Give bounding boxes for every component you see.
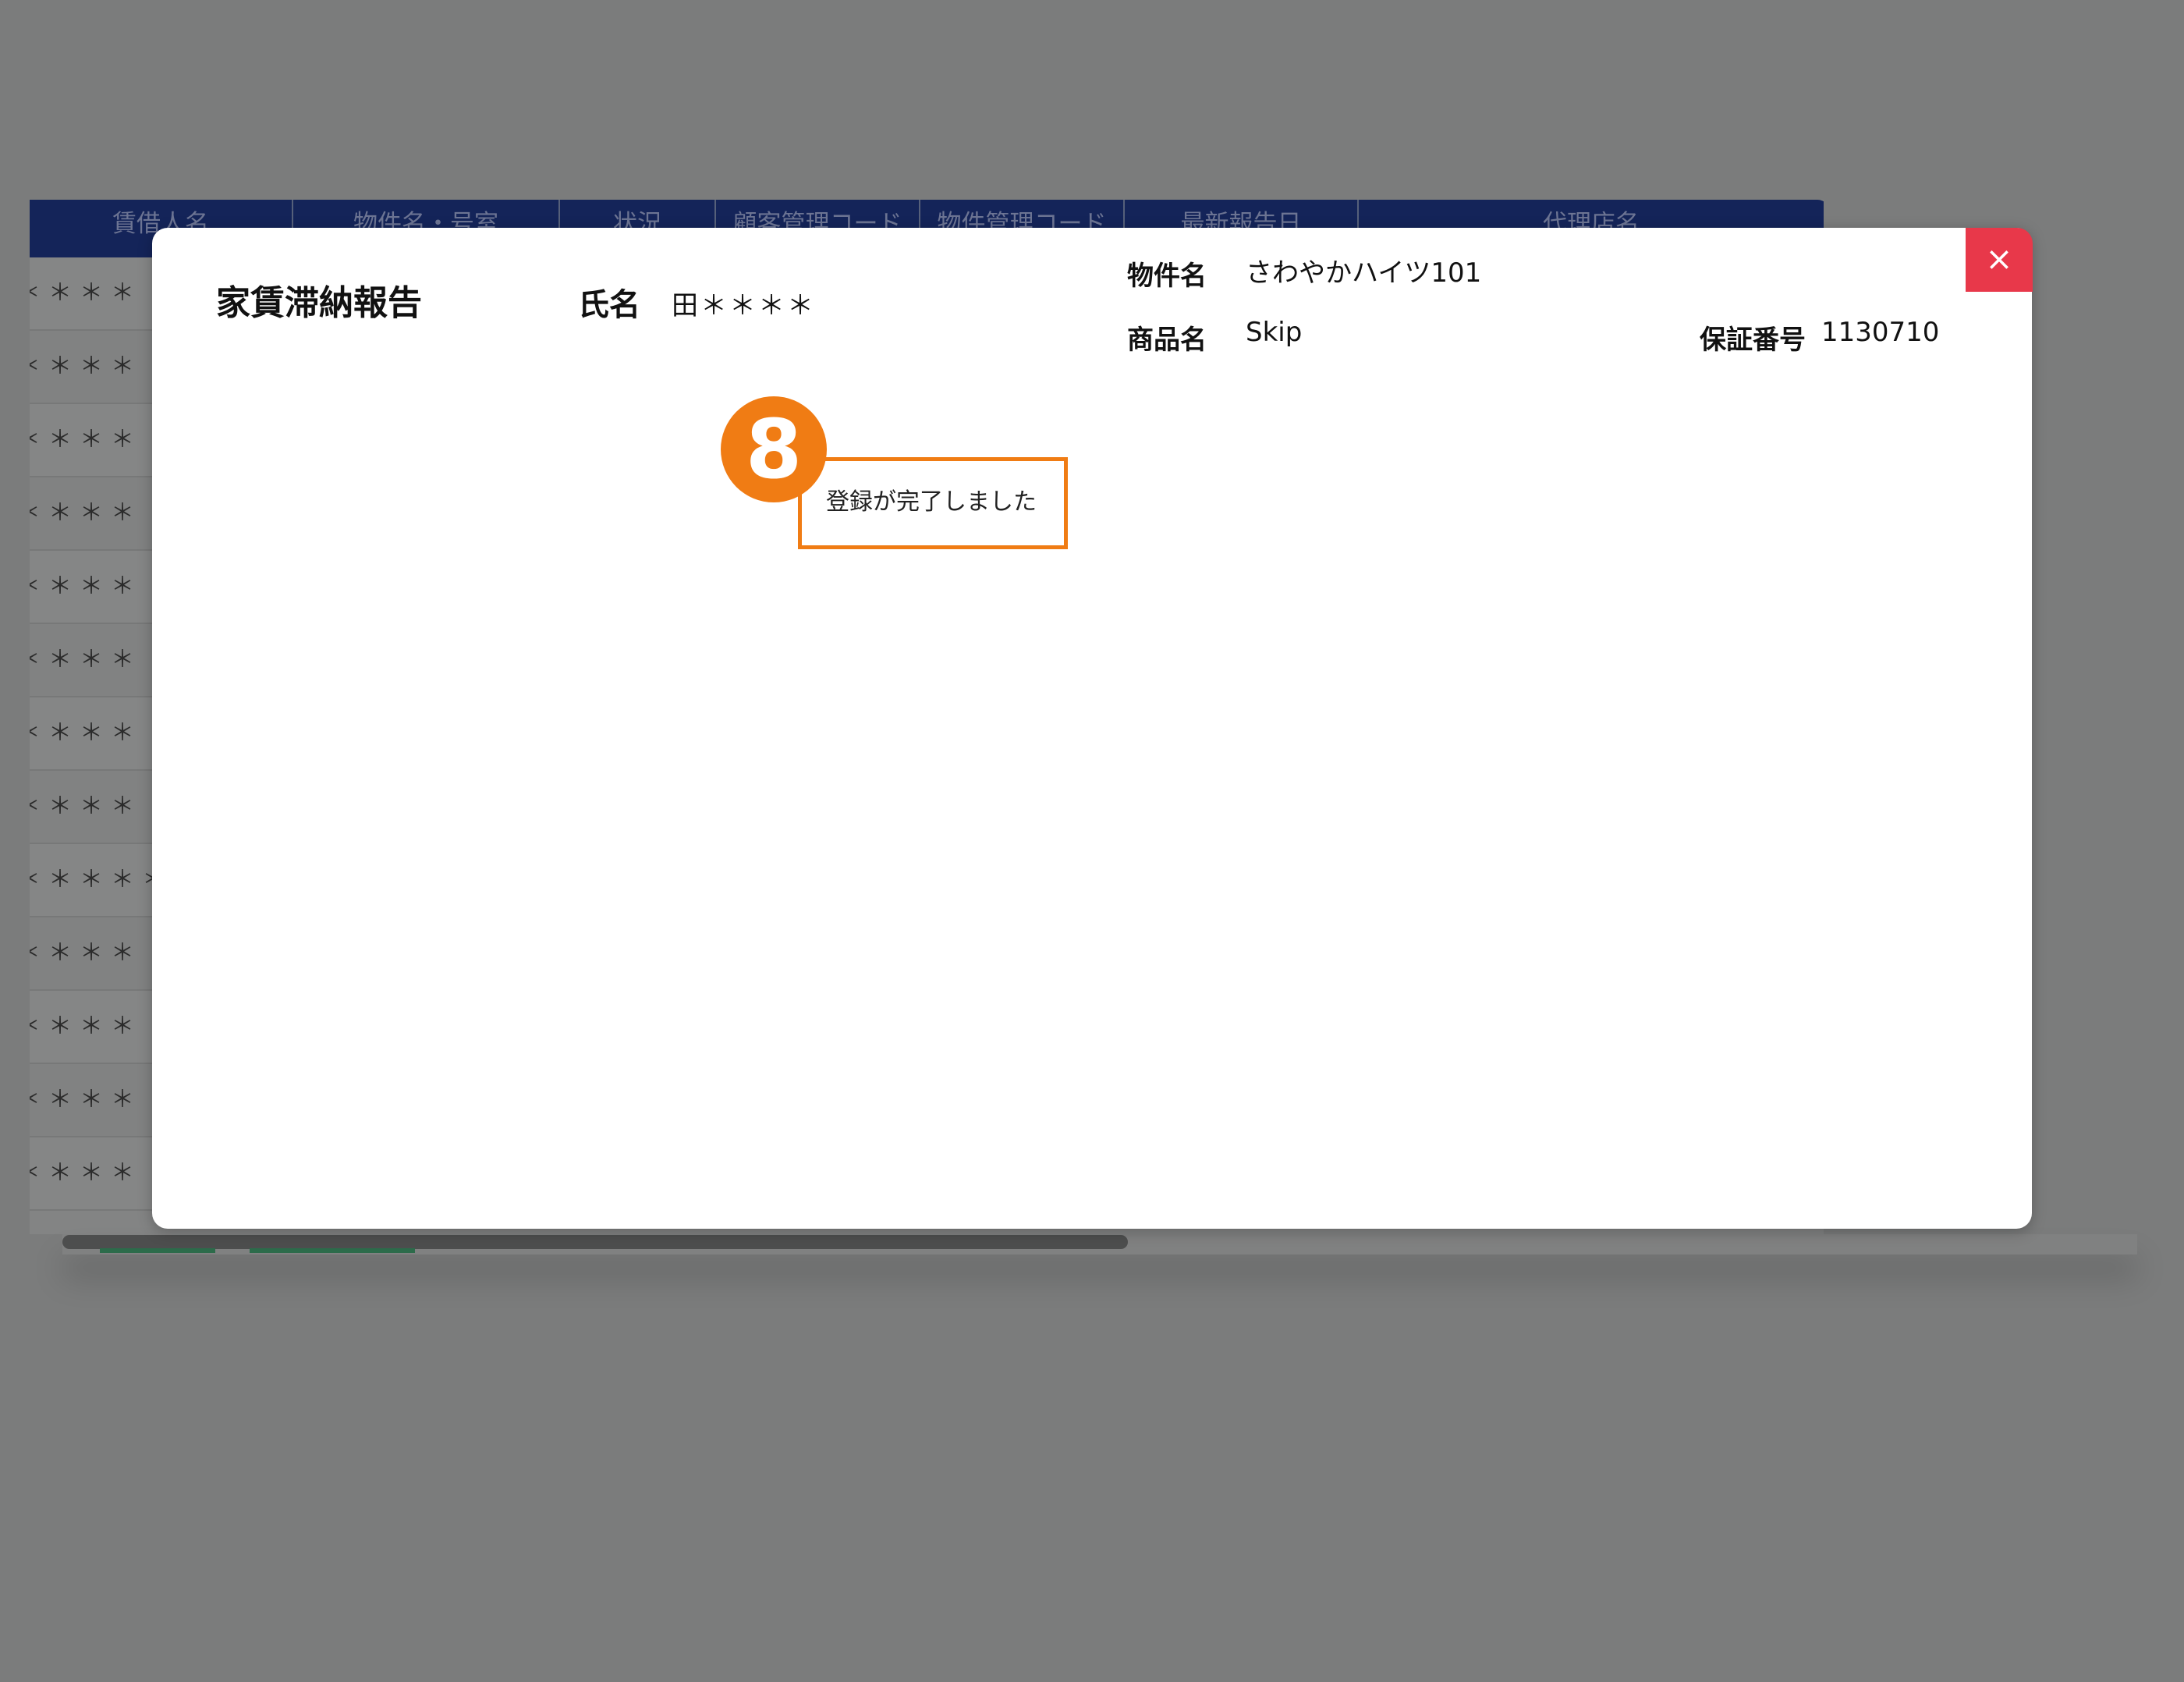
property-label: 物件名 (1127, 261, 1207, 292)
step-number-badge: 8 (721, 396, 827, 502)
product-label: 商品名 (1127, 325, 1207, 356)
row-action-indicator (250, 1248, 415, 1253)
guarantee-number-value: 1130710 (1821, 317, 1940, 348)
name-value: 田＊＊＊＊ (672, 290, 816, 321)
rent-delinquency-report-modal: 家賃滞納報告 氏名 田＊＊＊＊ 物件名 さわやかハイツ101 商品名 Skip … (152, 228, 2032, 1229)
property-value: さわやかハイツ101 (1246, 257, 1482, 289)
completion-message: 登録が完了しました (826, 488, 1037, 516)
close-icon: × (1985, 240, 2013, 278)
row-action-indicator (100, 1248, 215, 1253)
horizontal-scrollbar[interactable] (62, 1235, 1128, 1249)
modal-title: 家賃滞納報告 (216, 283, 422, 323)
product-value: Skip (1246, 317, 1303, 348)
name-label: 氏名 (578, 287, 640, 323)
close-button[interactable]: × (1966, 228, 2033, 292)
guarantee-number-label: 保証番号 (1700, 325, 1806, 356)
